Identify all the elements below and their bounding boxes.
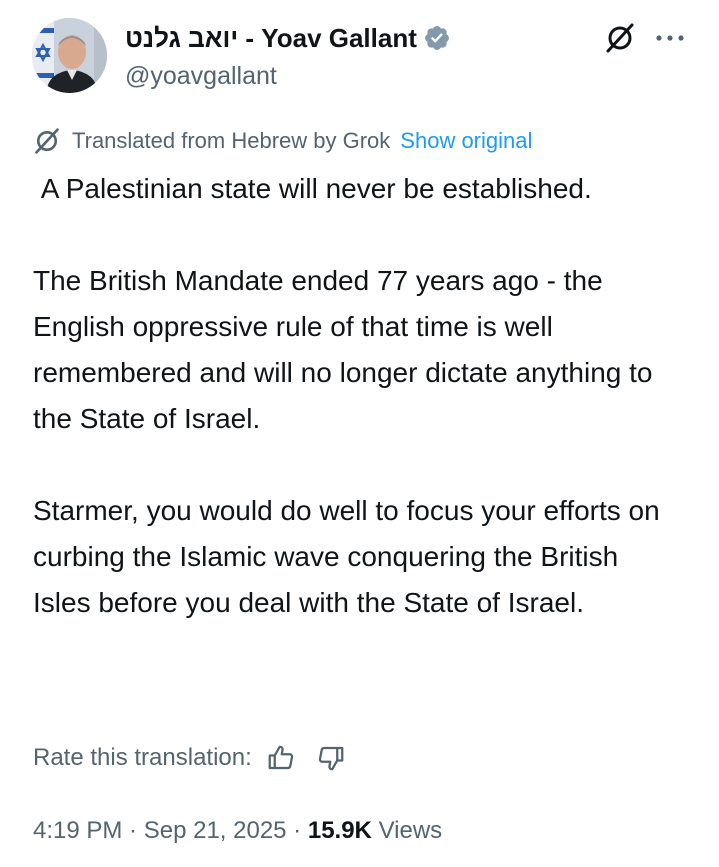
- views-count[interactable]: 15.9K: [308, 817, 372, 844]
- meta-separator: ·: [122, 817, 144, 844]
- tweet-paragraph: The British Mandate ended 77 years ago -…: [33, 265, 653, 434]
- grok-icon[interactable]: [602, 20, 638, 56]
- tweet-paragraph: Starmer, you would do well to focus your…: [33, 495, 660, 618]
- author-names: יואב גלנט - Yoav Gallant @yoavgallant: [125, 20, 451, 91]
- author-display-name[interactable]: יואב גלנט - Yoav Gallant: [125, 23, 417, 54]
- thumbs-up-icon[interactable]: [266, 743, 296, 773]
- meta-separator: ·: [286, 817, 308, 844]
- verified-badge-icon[interactable]: [423, 24, 451, 52]
- tweet-header: יואב גלנט - Yoav Gallant @yoavgallant: [32, 18, 692, 98]
- tweet-time[interactable]: 4:19 PM: [33, 817, 122, 844]
- avatar[interactable]: [32, 18, 107, 93]
- tweet-meta: 4:19 PM · Sep 21, 2025 · 15.9K Views: [33, 817, 442, 845]
- thumbs-down-icon[interactable]: [316, 743, 346, 773]
- author-display-name-row[interactable]: יואב גלנט - Yoav Gallant: [125, 20, 451, 56]
- grok-icon: [33, 127, 61, 155]
- tweet-date[interactable]: Sep 21, 2025: [144, 817, 287, 844]
- translation-notice: Translated from Hebrew by Grok Show orig…: [33, 127, 532, 155]
- show-original-link[interactable]: Show original: [400, 128, 532, 154]
- views-label: Views: [378, 817, 443, 844]
- avatar-image: [32, 18, 107, 93]
- author-handle[interactable]: @yoavgallant: [125, 62, 451, 91]
- rate-translation-label: Rate this translation:: [33, 744, 252, 771]
- rate-translation: Rate this translation:: [33, 743, 346, 773]
- tweet-text: A Palestinian state will never be establ…: [33, 166, 683, 626]
- more-dots-icon[interactable]: [652, 20, 688, 56]
- tweet-paragraph: A Palestinian state will never be establ…: [33, 173, 592, 204]
- translation-notice-text: Translated from Hebrew by Grok: [72, 128, 391, 153]
